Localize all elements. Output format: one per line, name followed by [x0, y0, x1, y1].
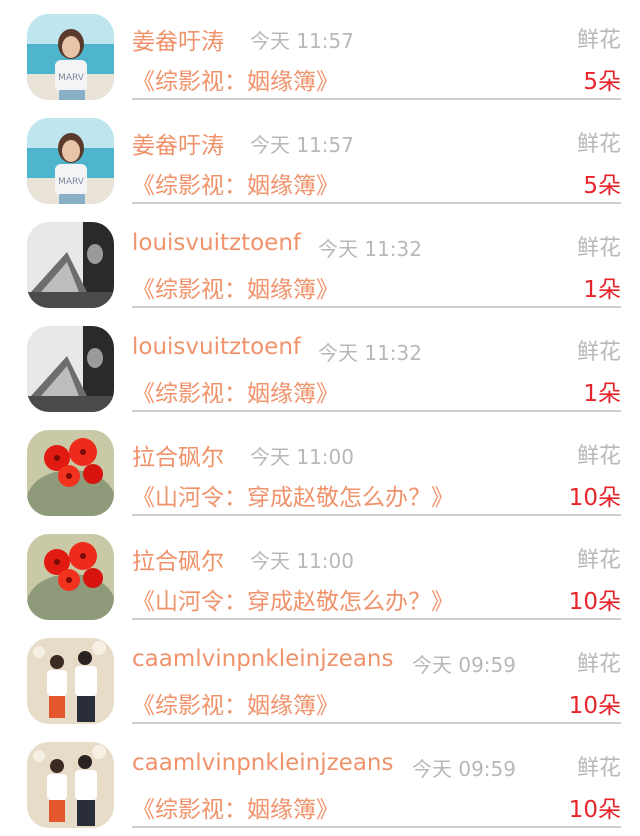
- divider: [132, 98, 621, 100]
- list-item[interactable]: louisvuitztoenf 今天 11:32 鲜花 《综影视：姻缘簿》 1朵: [0, 312, 640, 416]
- avatar[interactable]: [27, 534, 114, 620]
- list-item[interactable]: caamlvinpnkleinjzeans 今天 09:59 鲜花 《综影视：姻…: [0, 728, 640, 832]
- list-item[interactable]: MARV 姜畚吁涛 今天 11:57 鲜花 《综影视：姻缘簿》 5朵: [0, 104, 640, 208]
- username[interactable]: louisvuitztoenf: [132, 334, 301, 360]
- gift-quantity: 1朵: [583, 277, 621, 303]
- gift-type: 鲜花: [576, 444, 621, 469]
- timestamp: 今天 09:59: [412, 757, 516, 781]
- avatar[interactable]: [27, 430, 114, 516]
- username[interactable]: louisvuitztoenf: [132, 230, 301, 256]
- list-item[interactable]: 拉合砜尔 今天 11:00 鲜花 《山河令：穿成赵敬怎么办？》 10朵: [0, 520, 640, 624]
- red-flower-cactus-avatar-icon: [27, 534, 114, 620]
- gift-quantity: 10朵: [568, 693, 621, 719]
- bw-photo-avatar-icon: [27, 222, 114, 308]
- username[interactable]: caamlvinpnkleinjzeans: [132, 646, 393, 672]
- avatar[interactable]: [27, 222, 114, 308]
- work-title-link[interactable]: 《综影视：姻缘簿》: [132, 166, 339, 200]
- gift-type: 鲜花: [576, 652, 621, 677]
- work-title-link[interactable]: 《山河令：穿成赵敬怎么办？》: [132, 478, 454, 512]
- gift-quantity: 10朵: [568, 797, 621, 823]
- gift-type: 鲜花: [576, 756, 621, 781]
- gift-quantity: 10朵: [568, 485, 621, 511]
- work-title-link[interactable]: 《综影视：姻缘簿》: [132, 686, 339, 720]
- red-flower-cactus-avatar-icon: [27, 430, 114, 516]
- avatar[interactable]: [27, 742, 114, 828]
- avatar[interactable]: [27, 326, 114, 412]
- divider: [132, 410, 621, 412]
- username[interactable]: 姜畚吁涛: [132, 22, 224, 56]
- timestamp: 今天 11:00: [250, 549, 354, 573]
- divider: [132, 826, 621, 828]
- avatar[interactable]: [27, 638, 114, 724]
- list-item[interactable]: 拉合砜尔 今天 11:00 鲜花 《山河令：穿成赵敬怎么办？》 10朵: [0, 416, 640, 520]
- gift-type: 鲜花: [576, 236, 621, 261]
- list-item[interactable]: louisvuitztoenf 今天 11:32 鲜花 《综影视：姻缘簿》 1朵: [0, 208, 640, 312]
- avatar[interactable]: MARV: [27, 118, 114, 204]
- work-title-link[interactable]: 《综影视：姻缘簿》: [132, 62, 339, 96]
- couple-photo-avatar-icon: [27, 638, 114, 724]
- timestamp: 今天 11:32: [318, 341, 422, 365]
- beach-woman-avatar-icon: MARV: [27, 14, 114, 100]
- username[interactable]: 拉合砜尔: [132, 542, 224, 576]
- gift-type: 鲜花: [576, 548, 621, 573]
- divider: [132, 514, 621, 516]
- timestamp: 今天 11:32: [318, 237, 422, 261]
- divider: [132, 722, 621, 724]
- list-item[interactable]: MARV 姜畚吁涛 今天 11:57 鲜花 《综影视：姻缘簿》 5朵: [0, 0, 640, 104]
- work-title-link[interactable]: 《山河令：穿成赵敬怎么办？》: [132, 582, 454, 616]
- work-title-link[interactable]: 《综影视：姻缘簿》: [132, 270, 339, 304]
- svg-text:MARV: MARV: [58, 177, 85, 187]
- gift-type: 鲜花: [576, 132, 621, 157]
- svg-text:MARV: MARV: [58, 73, 85, 83]
- gift-quantity: 5朵: [583, 69, 621, 95]
- username[interactable]: caamlvinpnkleinjzeans: [132, 750, 393, 776]
- list-item[interactable]: caamlvinpnkleinjzeans 今天 09:59 鲜花 《综影视：姻…: [0, 624, 640, 728]
- gift-type: 鲜花: [576, 340, 621, 365]
- work-title-link[interactable]: 《综影视：姻缘簿》: [132, 374, 339, 408]
- gift-quantity: 1朵: [583, 381, 621, 407]
- divider: [132, 306, 621, 308]
- username[interactable]: 拉合砜尔: [132, 438, 224, 472]
- beach-woman-avatar-icon: MARV: [27, 118, 114, 204]
- gift-type: 鲜花: [576, 28, 621, 53]
- gift-quantity: 5朵: [583, 173, 621, 199]
- gift-record-list: MARV 姜畚吁涛 今天 11:57 鲜花 《综影视：姻缘簿》 5朵 MARV: [0, 0, 640, 832]
- divider: [132, 618, 621, 620]
- timestamp: 今天 09:59: [412, 653, 516, 677]
- avatar[interactable]: MARV: [27, 14, 114, 100]
- bw-photo-avatar-icon: [27, 326, 114, 412]
- timestamp: 今天 11:57: [250, 29, 354, 53]
- username[interactable]: 姜畚吁涛: [132, 126, 224, 160]
- divider: [132, 202, 621, 204]
- work-title-link[interactable]: 《综影视：姻缘簿》: [132, 790, 339, 824]
- timestamp: 今天 11:57: [250, 133, 354, 157]
- gift-quantity: 10朵: [568, 589, 621, 615]
- timestamp: 今天 11:00: [250, 445, 354, 469]
- couple-photo-avatar-icon: [27, 742, 114, 828]
